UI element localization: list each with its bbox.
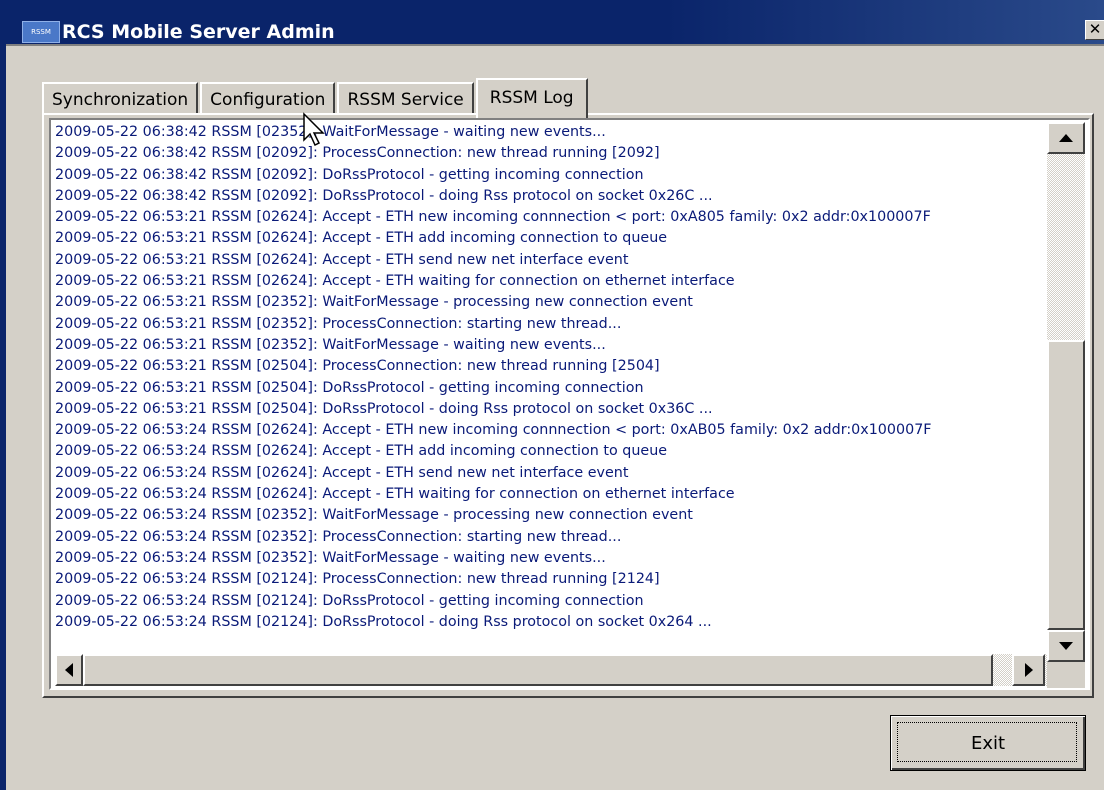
exit-button[interactable]: Exit [890, 715, 1086, 771]
log-line: 2009-05-22 06:53:24 RSSM [02624]: Accept… [55, 422, 932, 439]
log-line: 2009-05-22 06:53:21 RSSM [02624]: Accept… [55, 209, 931, 226]
app-icon: RSSM [22, 21, 60, 43]
log-line: 2009-05-22 06:53:21 RSSM [02352]: WaitFo… [55, 336, 606, 353]
tab-synchronization[interactable]: Synchronization [42, 82, 199, 116]
scroll-right-button[interactable] [1012, 654, 1045, 686]
horizontal-scrollbar-thumb[interactable] [83, 654, 993, 686]
mouse-cursor-icon [303, 112, 325, 147]
log-line: 2009-05-22 06:53:24 RSSM [02352]: Proces… [55, 528, 622, 545]
log-line: 2009-05-22 06:53:21 RSSM [02504]: Proces… [55, 358, 660, 375]
log-line: 2009-05-22 06:38:42 RSSM [02092]: DoRssP… [55, 187, 713, 204]
vertical-scrollbar-thumb[interactable] [1047, 340, 1085, 630]
scroll-down-button[interactable] [1047, 630, 1085, 662]
log-line: 2009-05-22 06:53:21 RSSM [02624]: Accept… [55, 230, 668, 247]
log-line: 2009-05-22 06:38:42 RSSM [02092]: Proces… [55, 145, 660, 162]
log-line: 2009-05-22 06:53:24 RSSM [02624]: Accept… [55, 443, 668, 460]
focus-rectangle [897, 722, 1077, 762]
scroll-left-button[interactable] [55, 654, 83, 686]
window-title: RCS Mobile Server Admin [62, 21, 335, 43]
log-line: 2009-05-22 06:53:21 RSSM [02352]: Proces… [55, 315, 622, 332]
log-line: 2009-05-22 06:53:24 RSSM [02124]: DoRssP… [55, 613, 712, 630]
log-line: 2009-05-22 06:53:24 RSSM [02124]: Proces… [55, 571, 660, 588]
title-bar[interactable]: RSSM RCS Mobile Server Admin ✕ [6, 0, 1104, 44]
arrow-right-icon [1024, 663, 1033, 677]
log-line: 2009-05-22 06:53:24 RSSM [02352]: WaitFo… [55, 549, 606, 566]
log-line: 2009-05-22 06:53:24 RSSM [02624]: Accept… [55, 486, 735, 503]
tab-configuration[interactable]: Configuration [200, 82, 336, 116]
log-line: 2009-05-22 06:53:24 RSSM [02352]: WaitFo… [55, 507, 693, 524]
close-icon: ✕ [1088, 20, 1102, 38]
log-line: 2009-05-22 06:53:21 RSSM [02624]: Accept… [55, 273, 735, 290]
title-divider [6, 44, 1104, 46]
tab-rssm-service[interactable]: RSSM Service [337, 82, 474, 116]
log-line: 2009-05-22 06:38:42 RSSM [02092]: DoRssP… [55, 166, 644, 183]
arrow-down-icon [1059, 642, 1073, 650]
log-line: 2009-05-22 06:53:24 RSSM [02124]: DoRssP… [55, 592, 644, 609]
log-line: 2009-05-22 06:53:21 RSSM [02352]: WaitFo… [55, 294, 693, 311]
log-line: 2009-05-22 06:38:42 RSSM [02352]: WaitFo… [55, 124, 606, 140]
log-line: 2009-05-22 06:53:24 RSSM [02624]: Accept… [55, 464, 629, 481]
close-button[interactable]: ✕ [1085, 20, 1104, 40]
log-line: 2009-05-22 06:53:21 RSSM [02504]: DoRssP… [55, 400, 713, 417]
log-content[interactable]: 2009-05-22 06:38:42 RSSM [02352]: WaitFo… [55, 122, 1047, 652]
scrollbar-corner [1047, 662, 1085, 688]
tab-strip: Synchronization Configuration RSSM Servi… [42, 76, 590, 118]
log-line: 2009-05-22 06:53:21 RSSM [02504]: DoRssP… [55, 379, 644, 396]
log-line: 2009-05-22 06:53:21 RSSM [02624]: Accept… [55, 251, 629, 268]
arrow-left-icon [65, 663, 73, 677]
scroll-up-button[interactable] [1047, 122, 1085, 154]
arrow-up-icon [1059, 134, 1073, 142]
tab-rssm-log[interactable]: RSSM Log [475, 78, 588, 118]
